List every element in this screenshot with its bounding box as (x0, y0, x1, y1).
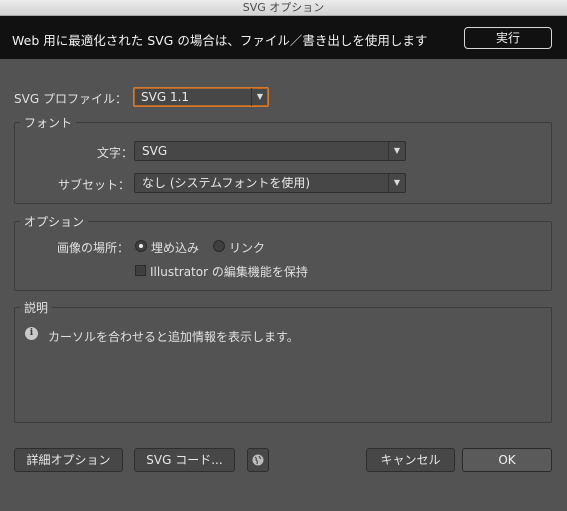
link-label[interactable]: リンク (229, 239, 265, 256)
font-group-title: フォント (20, 114, 77, 131)
preserve-editing-label[interactable]: Illustrator の編集機能を保持 (150, 263, 308, 280)
embed-label[interactable]: 埋め込み (151, 239, 199, 256)
svg-profile-label: SVG プロファイル： (14, 92, 127, 106)
svg-code-button[interactable]: SVG コード... (134, 448, 235, 472)
subset-label: サブセット： (58, 178, 131, 192)
svg-profile-select[interactable]: SVG 1.1 ▼ (133, 87, 269, 107)
export-banner: Web 用に最適化された SVG の場合は、ファイル／書き出しを使用します 実行 (0, 16, 567, 59)
globe-icon (252, 454, 264, 466)
link-radio[interactable] (213, 240, 225, 252)
description-text: カーソルを合わせると追加情報を表示します。 (48, 330, 299, 344)
window-title: SVG オプション (0, 0, 567, 16)
browser-preview-button[interactable] (247, 448, 269, 472)
subset-value: なし (システムフォントを使用) (142, 176, 311, 190)
preserve-editing-checkbox[interactable] (135, 265, 146, 276)
description-group-title: 説明 (20, 299, 53, 316)
chevron-down-icon: ▼ (251, 88, 268, 106)
subset-select[interactable]: なし (システムフォントを使用) ▼ (134, 173, 406, 193)
advanced-options-button[interactable]: 詳細オプション (14, 448, 123, 472)
font-type-value: SVG (142, 144, 168, 158)
info-icon: i (25, 327, 38, 340)
options-group (14, 221, 552, 291)
image-location-label: 画像の場所： (57, 241, 130, 255)
font-type-select[interactable]: SVG ▼ (134, 141, 406, 161)
ok-button[interactable]: OK (462, 448, 552, 472)
description-group (14, 307, 552, 423)
font-type-label: 文字： (97, 146, 134, 160)
chevron-down-icon: ▼ (388, 142, 405, 160)
svg-profile-value: SVG 1.1 (141, 90, 190, 104)
options-group-title: オプション (20, 213, 89, 230)
cancel-button[interactable]: キャンセル (366, 448, 455, 472)
chevron-down-icon: ▼ (388, 174, 405, 192)
banner-text: Web 用に最適化された SVG の場合は、ファイル／書き出しを使用します (12, 33, 428, 48)
embed-radio[interactable] (135, 240, 147, 252)
run-button[interactable]: 実行 (464, 27, 552, 49)
